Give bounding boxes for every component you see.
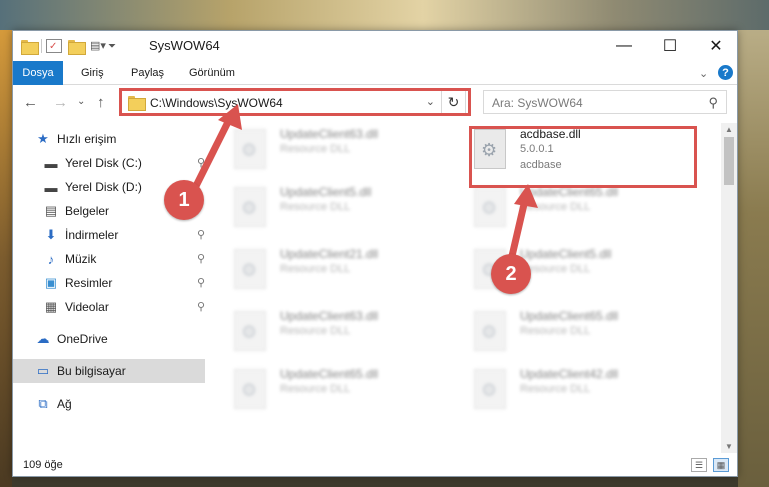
window-title: SysWOW64 (149, 38, 220, 53)
dll-file-icon (234, 369, 266, 409)
dll-file-icon (234, 187, 266, 227)
search-icon[interactable]: ⚲ (708, 95, 718, 111)
dll-file-icon (234, 311, 266, 351)
sidebar-item-music[interactable]: ♪ Müzik ⚲ (13, 247, 205, 271)
pin-icon: ⚲ (196, 253, 205, 265)
desktop-background (0, 0, 769, 30)
new-folder-icon[interactable] (68, 39, 86, 55)
tab-share[interactable]: Paylaş (131, 67, 164, 79)
sidebar-item-label: Ağ (57, 397, 72, 411)
help-icon[interactable]: ? (718, 65, 733, 80)
search-box[interactable]: Ara: SysWOW64 ⚲ (483, 90, 727, 114)
sidebar-item-label: Bu bilgisayar (57, 364, 126, 378)
minimize-button[interactable]: — (601, 31, 647, 61)
video-icon: ▦ (44, 299, 58, 314)
scroll-down-icon[interactable]: ▼ (725, 442, 733, 451)
desktop-background-left (0, 30, 12, 487)
list-item[interactable]: UpdateClient42.dll Resource DLL (460, 363, 690, 417)
scroll-up-icon[interactable]: ▲ (725, 125, 733, 134)
dll-file-icon (234, 249, 266, 289)
maximize-button[interactable]: ☐ (647, 31, 693, 61)
quick-access-toolbar: ✓ ▤▾ ⏷ (21, 37, 116, 55)
sidebar-item-label: Resimler (65, 276, 113, 290)
folder-icon (21, 39, 39, 55)
sidebar-item-downloads[interactable]: ⬇ İndirmeler ⚲ (13, 223, 205, 247)
vertical-scrollbar[interactable]: ▲ ▼ (721, 123, 737, 453)
sidebar-item-label: OneDrive (57, 332, 108, 346)
title-bar: ✓ ▤▾ ⏷ SysWOW64 — ☐ ✕ (13, 31, 737, 61)
list-item[interactable]: UpdateClient65.dll Resource DLL (460, 305, 690, 359)
callout-1: 1 (164, 180, 204, 220)
disk-icon: ▬ (44, 155, 58, 171)
sidebar-item-label: Müzik (65, 252, 97, 266)
navigation-bar: ← → ⌄ ↑ C:\Windows\SysWOW64 ⌄ ↻ Ara: Sys… (13, 86, 737, 118)
pin-icon: ⚲ (196, 157, 205, 169)
sidebar-item-network[interactable]: ⧉ Ağ (13, 392, 205, 416)
disk-icon: ▬ (44, 179, 58, 195)
pin-icon: ⚲ (196, 301, 205, 313)
pin-icon: ⚲ (196, 229, 205, 241)
highlight-box-address (119, 88, 471, 116)
list-item[interactable]: UpdateClient5.dll Resource DLL (220, 181, 450, 235)
tab-file[interactable]: Dosya (13, 61, 63, 85)
back-button[interactable]: ← (23, 94, 38, 111)
desktop-background-right (738, 30, 769, 487)
sidebar-item-label: Yerel Disk (C:) (65, 156, 142, 170)
sidebar-item-this-pc[interactable]: ▭ Bu bilgisayar (13, 359, 205, 383)
network-icon: ⧉ (38, 396, 48, 411)
navigation-pane: ★ Hızlı erişim ▬ Yerel Disk (C:) ⚲ ▬ Yer… (13, 123, 205, 453)
ribbon-tabs: Dosya Giriş Paylaş Görünüm ⌄ ? (13, 61, 737, 85)
tiles-view-icon[interactable]: ▦ (713, 458, 729, 472)
toolbar-customize-icon[interactable]: ▤▾ (90, 39, 106, 53)
computer-icon: ▭ (36, 363, 50, 378)
pictures-icon: ▣ (44, 275, 58, 290)
sidebar-item-disk-c[interactable]: ▬ Yerel Disk (C:) ⚲ (13, 151, 206, 175)
cloud-icon: ☁ (36, 331, 50, 346)
up-button[interactable]: ↑ (97, 94, 105, 111)
dll-file-icon (234, 129, 266, 169)
document-icon: ▤ (44, 203, 58, 218)
tab-view[interactable]: Görünüm (189, 67, 235, 79)
search-input[interactable]: Ara: SysWOW64 (492, 96, 583, 110)
sidebar-item-label: Hızlı erişim (57, 132, 117, 146)
sidebar-item-onedrive[interactable]: ☁ OneDrive (13, 327, 205, 351)
recent-locations-icon[interactable]: ⌄ (77, 96, 85, 107)
sidebar-item-label: Belgeler (65, 204, 110, 218)
list-item[interactable]: UpdateClient63.dll Resource DLL (220, 305, 450, 359)
item-count: 109 öğe (23, 459, 63, 471)
list-item[interactable]: UpdateClient63.dll Resource DLL (220, 123, 450, 177)
ribbon-expand-icon[interactable]: ⌄ (699, 67, 708, 80)
dll-file-icon (474, 369, 506, 409)
highlight-box-file (469, 126, 697, 188)
list-item[interactable]: UpdateClient21.dll Resource DLL (220, 243, 450, 297)
music-icon: ♪ (47, 251, 55, 267)
star-icon: ★ (37, 131, 49, 146)
list-item[interactable]: UpdateClient65.dll Resource DLL (460, 181, 690, 235)
callout-2: 2 (491, 254, 531, 294)
status-bar: 109 öğe ☰ ▦ (13, 454, 737, 476)
forward-button[interactable]: → (53, 94, 68, 111)
sidebar-item-label: İndirmeler (65, 228, 119, 242)
sidebar-item-videos[interactable]: ▦ Videolar ⚲ (13, 295, 205, 319)
details-view-icon[interactable]: ☰ (691, 458, 707, 472)
close-button[interactable]: ✕ (693, 31, 739, 61)
explorer-window: ✓ ▤▾ ⏷ SysWOW64 — ☐ ✕ Dosya Giriş Paylaş… (12, 30, 738, 477)
scroll-thumb[interactable] (724, 137, 734, 185)
sidebar-item-pictures[interactable]: ▣ Resimler ⚲ (13, 271, 205, 295)
dll-file-icon (474, 187, 506, 227)
list-item[interactable]: UpdateClient65.dll Resource DLL (220, 363, 450, 417)
pin-icon: ⚲ (196, 277, 205, 289)
tab-home[interactable]: Giriş (81, 67, 104, 79)
sidebar-item-quick-access[interactable]: ★ Hızlı erişim (13, 127, 205, 151)
sidebar-item-label: Videolar (65, 300, 109, 314)
sidebar-item-label: Yerel Disk (D:) (65, 180, 142, 194)
qa-dropdown-icon[interactable]: ⏷ (108, 41, 116, 52)
dll-file-icon (474, 311, 506, 351)
download-icon: ⬇ (45, 227, 57, 242)
properties-icon[interactable]: ✓ (46, 39, 62, 53)
